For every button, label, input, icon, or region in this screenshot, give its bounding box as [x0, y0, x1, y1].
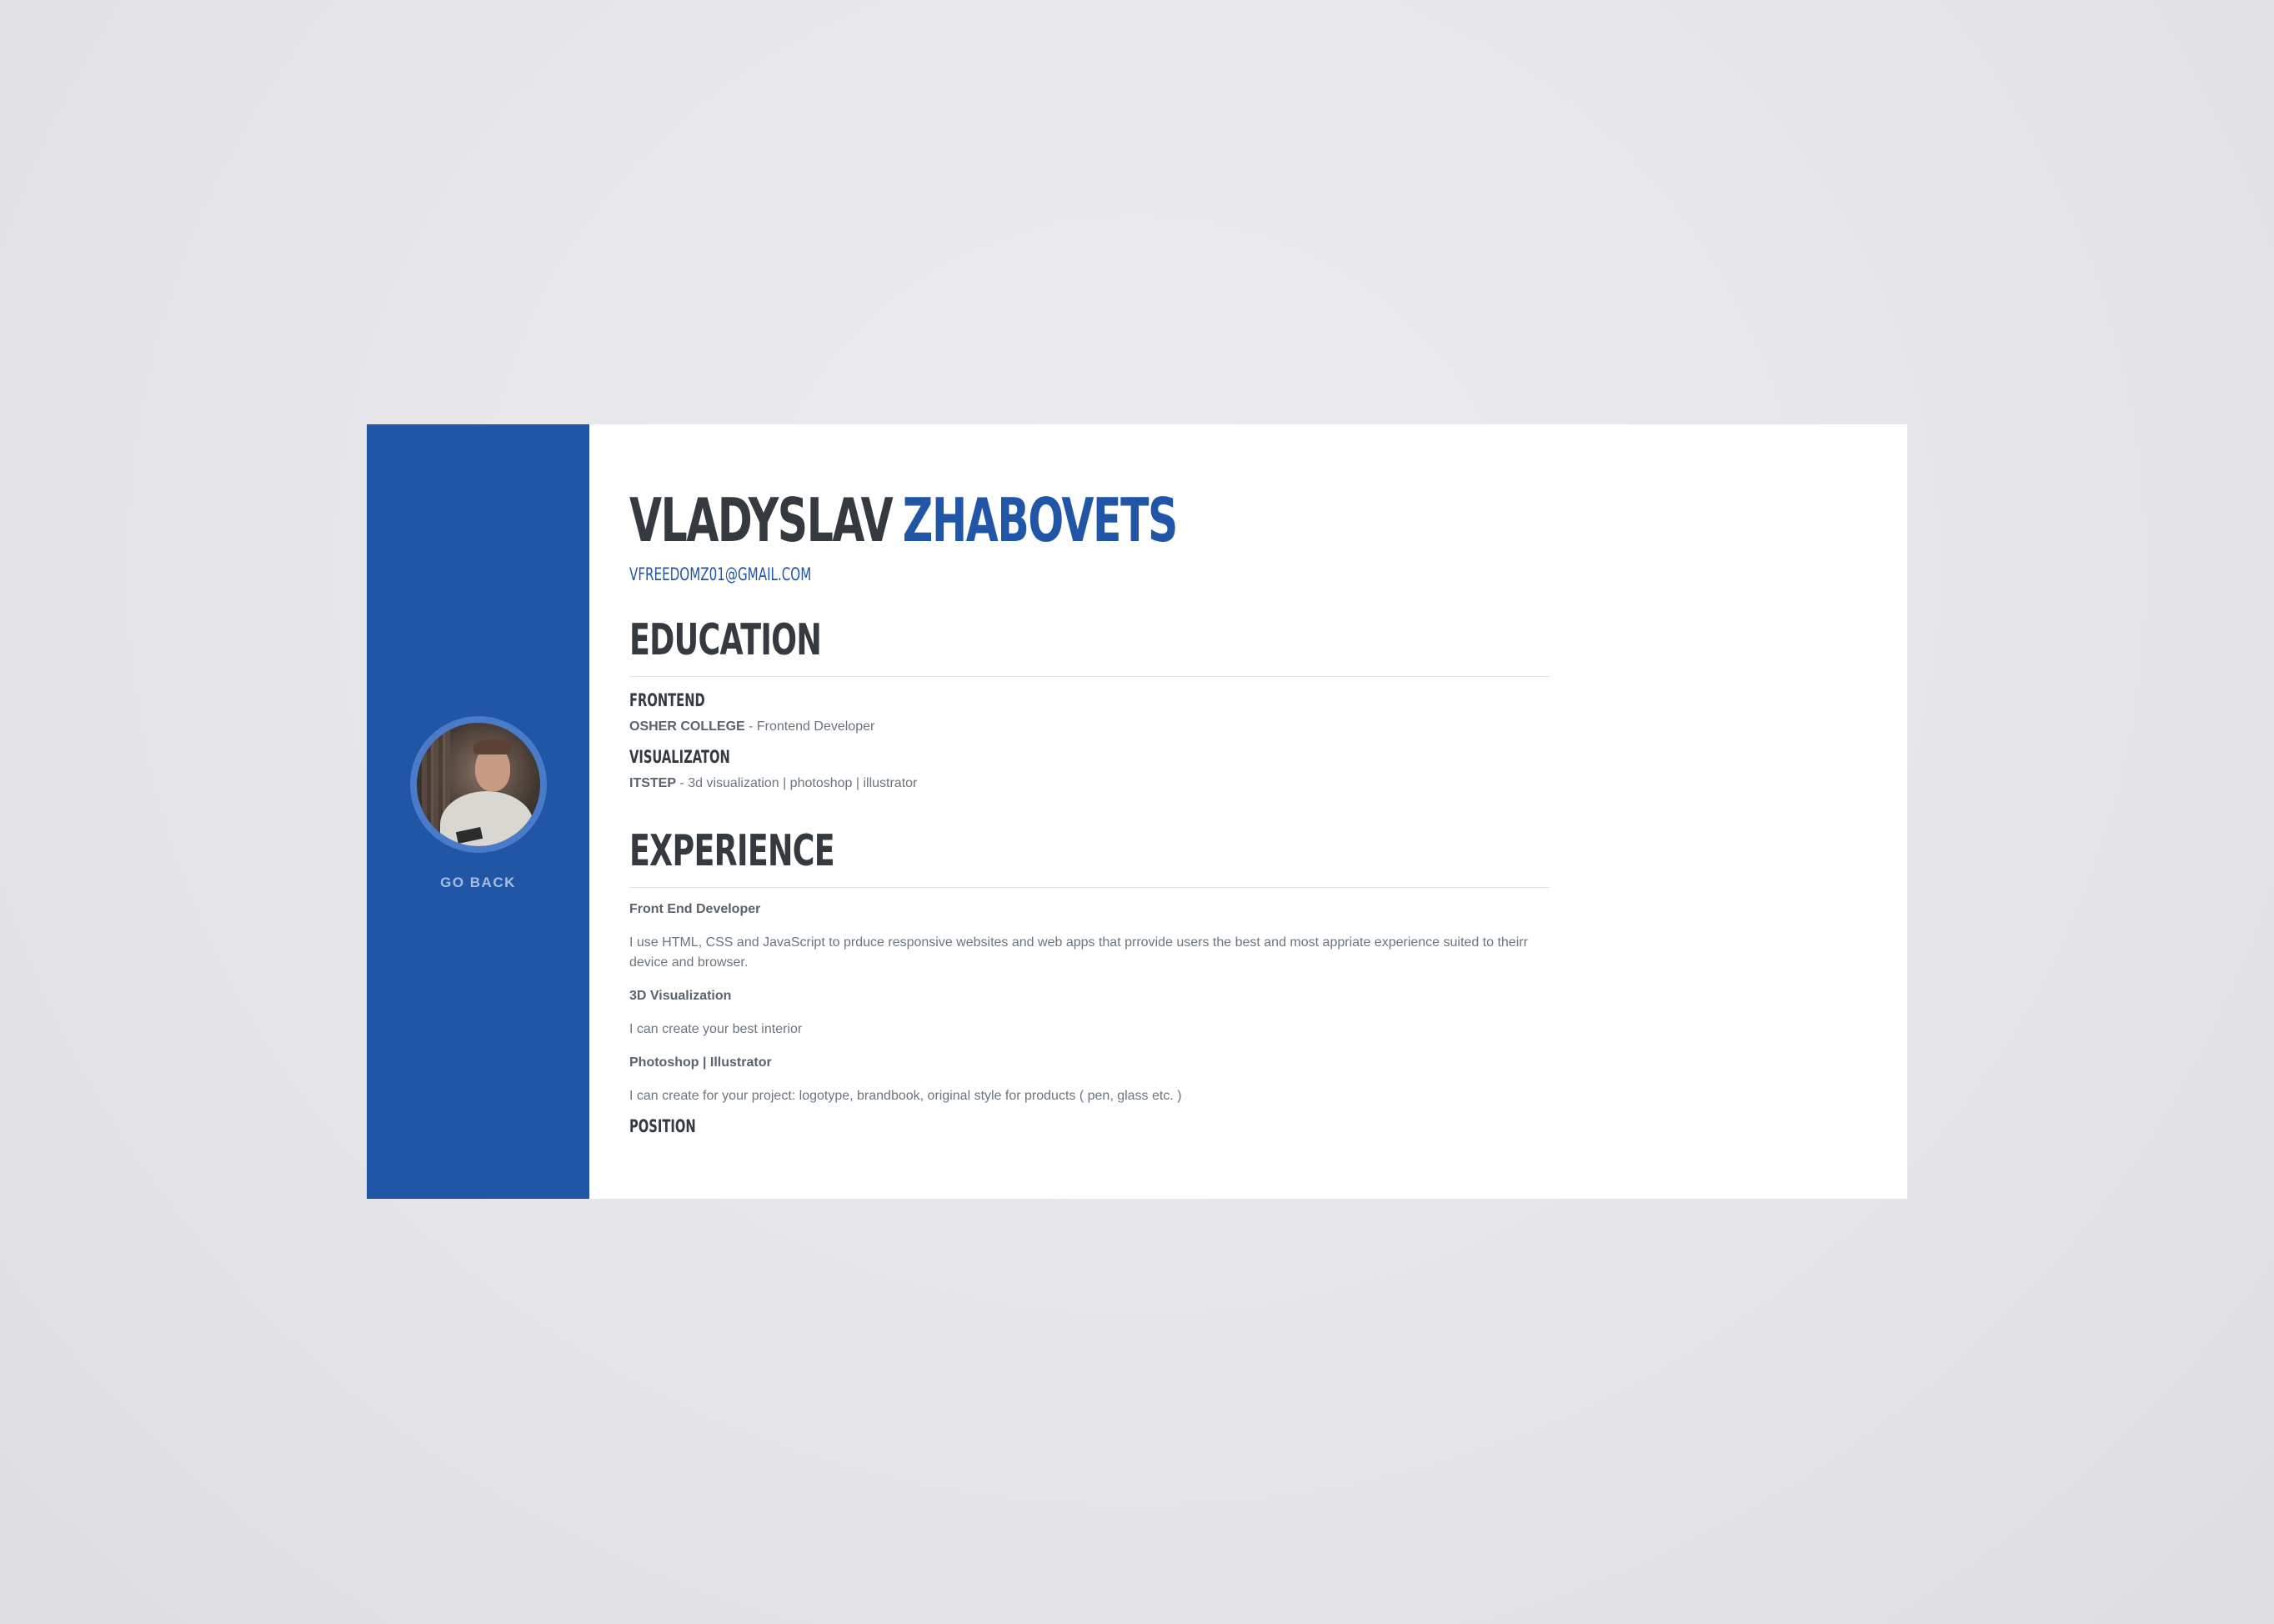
education-item-line: ITSTEP - 3d visualization | photoshop | … [629, 774, 1550, 794]
education-title: EDUCATION [629, 615, 822, 665]
main-content: VLADYSLAV ZHABOVETS VFREEDOMZ01@GMAIL.COM… [589, 424, 1907, 1199]
education-item-detail: - Frontend Developer [744, 719, 875, 734]
experience-title: EXPERIENCE [629, 826, 835, 876]
experience-item: Front End Developer I use HTML, CSS and … [629, 900, 1550, 973]
experience-item: Photoshop | Illustrator I can create for… [629, 1053, 1550, 1106]
avatar-shirt [439, 790, 533, 846]
experience-item-description: I use HTML, CSS and JavaScript to prduce… [629, 935, 1528, 970]
avatar-hair [473, 739, 512, 754]
experience-item: 3D Visualization I can create your best … [629, 986, 1550, 1040]
education-item-school: ITSTEP [629, 776, 677, 790]
avatar [409, 715, 547, 853]
experience-item-role: 3D Visualization [629, 989, 732, 1003]
education-item-line: OSHER COLLEGE - Frontend Developer [629, 717, 1550, 737]
experience-item-description: I can create for your project: logotype,… [629, 1089, 1182, 1103]
sidebar: GO BACK [367, 424, 589, 1199]
experience-item-role: Front End Developer [629, 902, 761, 916]
position-heading: POSITION [629, 1116, 696, 1136]
education-item-school: OSHER COLLEGE [629, 719, 745, 734]
resume-card: GO BACK VLADYSLAV ZHABOVETS VFREEDOMZ01@G… [367, 424, 1907, 1199]
experience-item-role: Photoshop | Illustrator [629, 1055, 772, 1070]
education-item-detail: - 3d visualization | photoshop | illustr… [676, 776, 918, 790]
first-name: VLADYSLAV [629, 485, 894, 555]
education-item-heading: FRONTEND [629, 690, 705, 710]
go-back-link[interactable]: GO BACK [440, 875, 516, 891]
education-item: VISUALIZATON ITSTEP - 3d visualization |… [629, 745, 1550, 794]
email-link[interactable]: VFREEDOMZ01@GMAIL.COM [629, 564, 811, 584]
last-name: ZHABOVETS [902, 485, 1179, 555]
education-divider [629, 676, 1550, 677]
education-item-heading: VISUALIZATON [629, 747, 730, 767]
education-item: FRONTEND OSHER COLLEGE - Frontend Develo… [629, 689, 1550, 737]
experience-divider [629, 887, 1550, 888]
page-title: VLADYSLAV ZHABOVETS [629, 484, 1274, 556]
experience-item-description: I can create your best interior [629, 1022, 803, 1036]
content-inner: VLADYSLAV ZHABOVETS VFREEDOMZ01@GMAIL.COM… [629, 484, 1550, 1138]
